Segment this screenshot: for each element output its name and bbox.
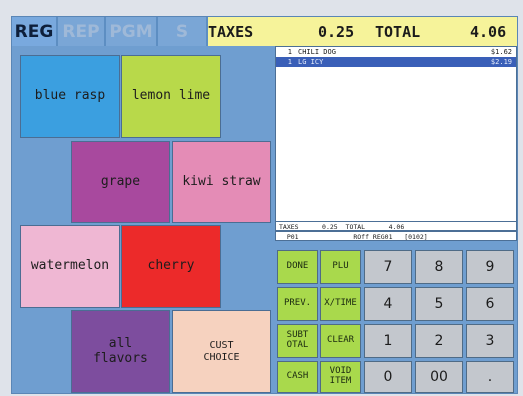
key-4[interactable]: 4 bbox=[364, 287, 412, 321]
total-value: 4.06 bbox=[470, 22, 507, 41]
flavor-button-watermelon[interactable]: watermelon bbox=[20, 225, 120, 308]
flavor-button-kiwi-straw[interactable]: kiwi straw bbox=[172, 141, 271, 223]
plu-key[interactable]: PLU bbox=[320, 250, 361, 284]
prev-key[interactable]: PREV. bbox=[277, 287, 318, 321]
tab-pgm[interactable]: PGM bbox=[106, 17, 158, 46]
receipt-qty: 1 bbox=[287, 48, 292, 56]
flavor-button-cust-choice[interactable]: CUST CHOICE bbox=[172, 310, 271, 393]
terminal-status-line: P01 ROff REG01 [0102] bbox=[275, 231, 517, 241]
receipt-summary-line: TAXES 0.25 TOTAL 4.06 bbox=[275, 221, 517, 231]
flavor-button-blue-rasp[interactable]: blue rasp bbox=[20, 55, 120, 138]
tab-s[interactable]: S bbox=[158, 17, 208, 46]
totals-display: TAXES 0.25 TOTAL 4.06 bbox=[208, 17, 517, 46]
receipt-row-selected[interactable]: 1 LG ICY $2.19 bbox=[276, 57, 516, 67]
pos-frame: REG REP PGM S TAXES 0.25 TOTAL 4.06 blue… bbox=[11, 16, 518, 394]
key-3[interactable]: 3 bbox=[466, 324, 514, 358]
receipt-item-name: CHILI DOG bbox=[298, 48, 336, 56]
key-6[interactable]: 6 bbox=[466, 287, 514, 321]
taxes-value: 0.25 bbox=[318, 22, 355, 41]
key-7[interactable]: 7 bbox=[364, 250, 412, 284]
key-2[interactable]: 2 bbox=[415, 324, 463, 358]
receipt-qty: 1 bbox=[287, 58, 292, 66]
key-decimal[interactable]: . bbox=[466, 361, 514, 393]
receipt-panel: 1 CHILI DOG $1.62 1 LG ICY $2.19 bbox=[275, 46, 517, 235]
key-0[interactable]: 0 bbox=[364, 361, 412, 393]
subtotal-key[interactable]: SUBT OTAL bbox=[277, 324, 318, 358]
status-bar: REG REP PGM S TAXES 0.25 TOTAL 4.06 bbox=[12, 17, 517, 46]
tab-rep[interactable]: REP bbox=[58, 17, 106, 46]
cash-key[interactable]: CASH bbox=[277, 361, 318, 393]
clear-key[interactable]: CLEAR bbox=[320, 324, 361, 358]
key-8[interactable]: 8 bbox=[415, 250, 463, 284]
key-9[interactable]: 9 bbox=[466, 250, 514, 284]
key-00[interactable]: 00 bbox=[415, 361, 463, 393]
receipt-row[interactable]: 1 CHILI DOG $1.62 bbox=[276, 47, 516, 57]
flavor-button-grape[interactable]: grape bbox=[71, 141, 170, 223]
xtime-key[interactable]: X/TIME bbox=[320, 287, 361, 321]
done-key[interactable]: DONE bbox=[277, 250, 318, 284]
void-item-key[interactable]: VOID ITEM bbox=[320, 361, 361, 393]
flavor-button-cherry[interactable]: cherry bbox=[121, 225, 221, 308]
receipt-price: $2.19 bbox=[490, 58, 512, 66]
taxes-label: TAXES bbox=[208, 22, 254, 41]
total-label: TOTAL bbox=[375, 22, 421, 41]
flavor-button-all-flavors[interactable]: all flavors bbox=[71, 310, 170, 393]
receipt-price: $1.62 bbox=[490, 48, 512, 56]
tab-reg[interactable]: REG bbox=[12, 17, 58, 46]
key-1[interactable]: 1 bbox=[364, 324, 412, 358]
flavor-button-lemon-lime[interactable]: lemon lime bbox=[121, 55, 221, 138]
key-5[interactable]: 5 bbox=[415, 287, 463, 321]
receipt-item-name: LG ICY bbox=[298, 58, 324, 66]
